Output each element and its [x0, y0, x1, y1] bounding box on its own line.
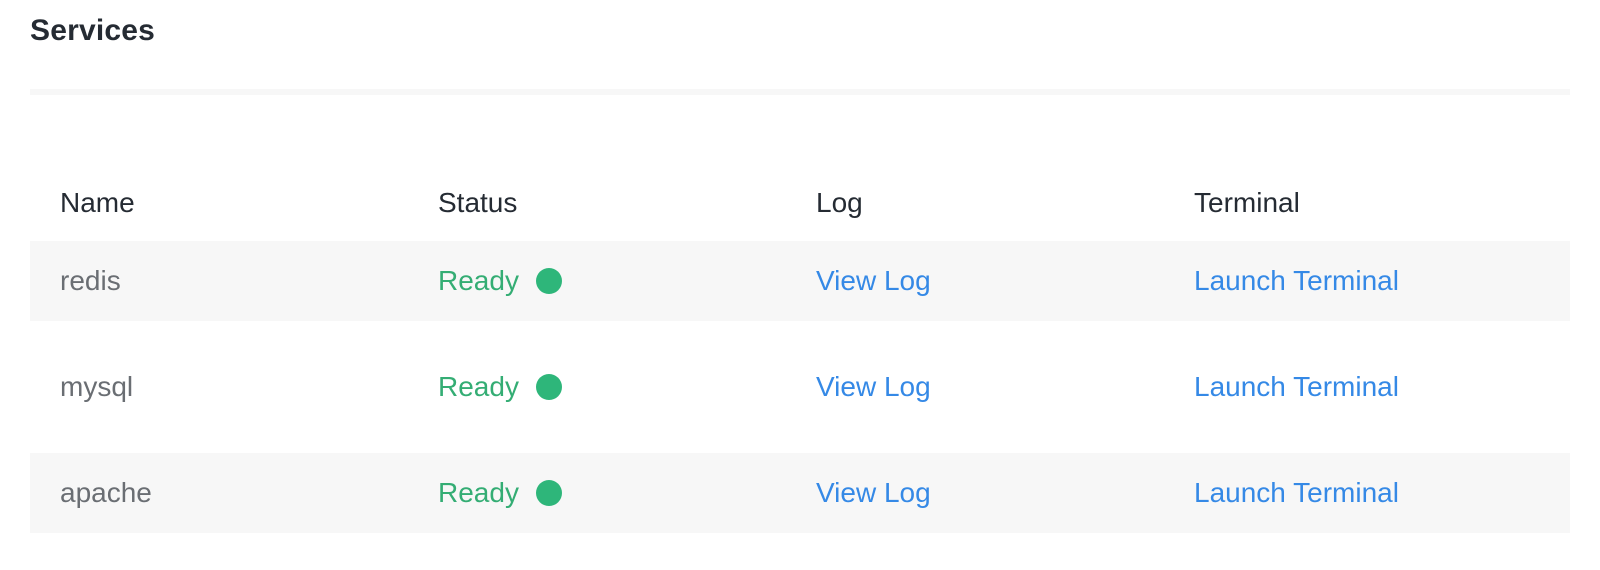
status-dot-icon [535, 374, 562, 400]
terminal-cell: Launch Terminal [1164, 265, 1570, 297]
row-spacer [30, 427, 1570, 453]
table-header-row: Name Status Log Terminal [30, 165, 1570, 241]
service-status: Ready [408, 477, 786, 509]
row-spacer [30, 321, 1570, 347]
column-header-status: Status [438, 187, 518, 218]
status-dot-icon [535, 268, 562, 294]
launch-terminal-link[interactable]: Launch Terminal [1194, 477, 1399, 508]
status-label: Ready [438, 265, 519, 296]
table-row: apache Ready View Log Launch Terminal [30, 453, 1570, 533]
service-status: Ready [408, 371, 786, 403]
status-label: Ready [438, 477, 519, 508]
launch-terminal-link[interactable]: Launch Terminal [1194, 371, 1399, 402]
services-table: Name Status Log Terminal redis Ready Vie… [30, 165, 1570, 533]
table-row: mysql Ready View Log Launch Terminal [30, 347, 1570, 427]
table-row: redis Ready View Log Launch Terminal [30, 241, 1570, 321]
launch-terminal-link[interactable]: Launch Terminal [1194, 265, 1399, 296]
service-status: Ready [408, 265, 786, 297]
status-label: Ready [438, 371, 519, 402]
view-log-link[interactable]: View Log [816, 477, 931, 508]
terminal-cell: Launch Terminal [1164, 477, 1570, 509]
title-divider [30, 89, 1570, 95]
view-log-link[interactable]: View Log [816, 371, 931, 402]
log-cell: View Log [786, 477, 1164, 509]
column-header-name: Name [60, 187, 135, 218]
page-title: Services [30, 14, 156, 47]
service-name: apache [60, 477, 152, 508]
terminal-cell: Launch Terminal [1164, 371, 1570, 403]
column-header-log: Log [816, 187, 863, 218]
column-header-terminal: Terminal [1194, 187, 1300, 218]
view-log-link[interactable]: View Log [816, 265, 931, 296]
service-name: mysql [60, 371, 134, 402]
status-dot-icon [535, 480, 562, 506]
log-cell: View Log [786, 371, 1164, 403]
log-cell: View Log [786, 265, 1164, 297]
service-name: redis [60, 265, 121, 296]
services-page: Services Name Status Log Terminal redis … [0, 0, 1600, 570]
